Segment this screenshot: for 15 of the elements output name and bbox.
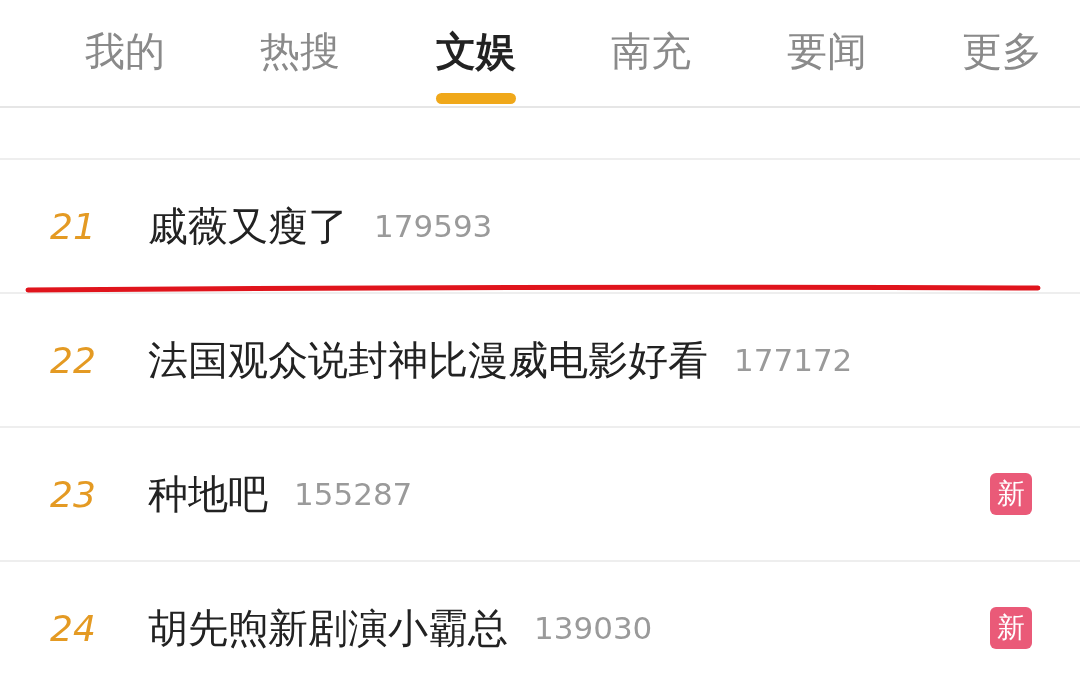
- rank-number: 22: [50, 339, 97, 381]
- topic-title[interactable]: 法国观众说封神比漫威电影好看: [148, 332, 708, 388]
- rank-number: 21: [50, 205, 97, 247]
- topic-title[interactable]: 胡先煦新剧演小霸总: [148, 600, 508, 656]
- heat-count: 139030: [534, 610, 653, 646]
- new-badge: 新: [990, 473, 1032, 515]
- new-badge: 新: [990, 607, 1032, 649]
- rank-number: 24: [50, 607, 97, 649]
- rank-number: 23: [50, 473, 97, 515]
- topic-title[interactable]: 戚薇又瘦了: [148, 198, 348, 254]
- heat-count: 177172: [734, 342, 853, 378]
- heat-count: 155287: [294, 476, 413, 512]
- heat-count: 179593: [374, 208, 493, 244]
- tab[interactable]: 文娱: [435, 0, 516, 106]
- topic-title[interactable]: 种地吧: [148, 466, 268, 522]
